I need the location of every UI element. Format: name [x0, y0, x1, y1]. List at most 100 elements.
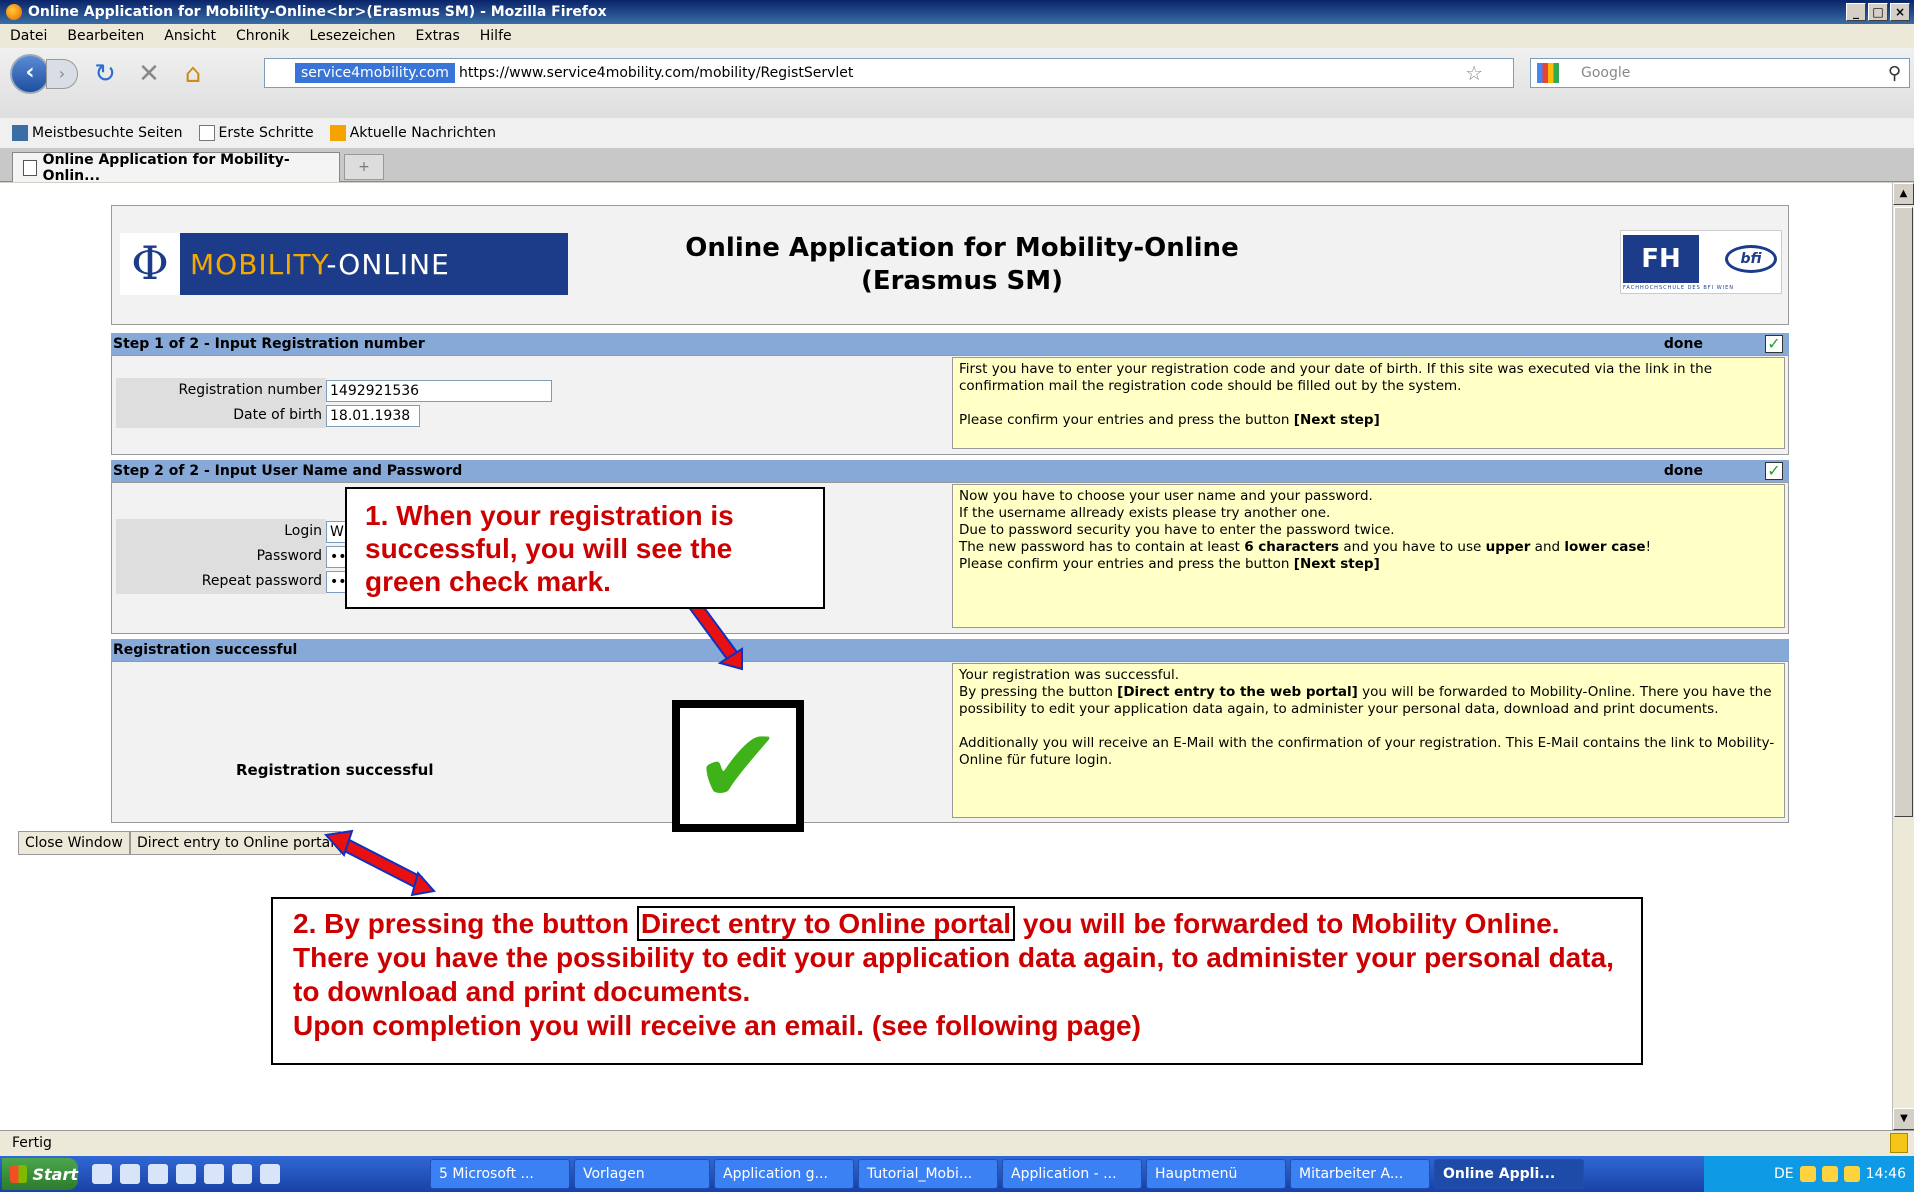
info-bold: [Direct entry to the web portal] [1117, 684, 1358, 700]
phi-icon: Φ [120, 233, 180, 295]
registration-number-input[interactable] [326, 379, 552, 402]
info-text: The new password has to contain at least [959, 539, 1245, 555]
reload-icon[interactable]: ↻ [88, 58, 122, 90]
arrow2-shaft [339, 838, 423, 888]
login-label: Login [116, 519, 326, 544]
system-tray: DE 14:46 [1704, 1156, 1914, 1192]
window-title: Online Application for Mobility-Online<b… [28, 4, 607, 20]
new-tab-button[interactable]: + [344, 154, 384, 180]
quicklaunch-icon[interactable] [148, 1164, 168, 1184]
window-titlebar: Online Application for Mobility-Online<b… [0, 0, 1914, 24]
result-label: Registration successful [236, 761, 434, 779]
step2-info-line2: If the username allready exists please t… [959, 505, 1331, 521]
tray-icon[interactable] [1799, 1166, 1816, 1182]
step2-info: Now you have to choose your user name an… [952, 484, 1785, 628]
menu-extras[interactable]: Extras [416, 28, 460, 44]
close-window-page-button[interactable]: Close Window [18, 831, 130, 855]
step2-title: Step 2 of 2 - Input User Name and Passwo… [113, 463, 463, 479]
clock: 14:46 [1865, 1166, 1906, 1182]
stop-icon[interactable]: ✕ [132, 58, 166, 90]
back-button[interactable]: ‹ [10, 54, 50, 94]
google-icon[interactable] [1537, 63, 1559, 83]
quicklaunch-icon[interactable] [204, 1164, 224, 1184]
date-of-birth-input[interactable] [326, 404, 420, 427]
info-text: By pressing the button [959, 684, 1118, 700]
scroll-thumb[interactable] [1894, 207, 1913, 817]
quicklaunch-icon[interactable] [260, 1164, 280, 1184]
quicklaunch-icon[interactable] [92, 1164, 112, 1184]
direct-entry-button[interactable]: Direct entry to Online portal [130, 831, 342, 855]
url-text: https://www.service4mobility.com/mobilit… [458, 65, 854, 81]
home-icon[interactable]: ⌂ [176, 58, 210, 90]
tray-icon[interactable] [1821, 1166, 1838, 1182]
step1-body: Registration number Date of birth First … [111, 355, 1789, 455]
forward-button[interactable]: › [46, 59, 78, 89]
bookmark-first-steps[interactable]: Erste Schritte [198, 125, 314, 141]
lock-icon[interactable] [1890, 1133, 1908, 1153]
minimize-button[interactable]: _ [1846, 3, 1866, 21]
close-window-button[interactable]: × [1890, 3, 1910, 21]
taskbar-item[interactable]: Vorlagen [574, 1159, 710, 1189]
quick-launch [92, 1164, 280, 1184]
page-icon [23, 159, 37, 176]
scroll-down-icon[interactable]: ▼ [1893, 1108, 1914, 1130]
taskbar-item[interactable]: Tutorial_Mobi... [858, 1159, 998, 1189]
taskbar-item[interactable]: 5 Microsoft ... [430, 1159, 570, 1189]
rss-icon [329, 125, 346, 141]
quicklaunch-icon[interactable] [176, 1164, 196, 1184]
start-label: Start [32, 1164, 78, 1184]
bookmark-most-visited[interactable]: Meistbesuchte Seiten [12, 125, 183, 141]
taskbar-item[interactable]: Hauptmenü [1146, 1159, 1286, 1189]
menu-hilfe[interactable]: Hilfe [480, 28, 512, 44]
callout2-text: 2. By pressing the button Direct entry t… [293, 906, 1621, 1009]
fh-logo-text: FH [1623, 235, 1699, 283]
success-check-icon: ✔ [672, 700, 804, 832]
menu-ansicht[interactable]: Ansicht [164, 28, 216, 44]
firefox-icon [6, 4, 22, 20]
page-title-line1: Online Application for Mobility-Online [685, 233, 1239, 263]
step2-check-icon: ✓ [1765, 462, 1783, 480]
result-body: Registration successful ✔ Your registrat… [111, 661, 1789, 832]
language-indicator[interactable]: DE [1774, 1166, 1794, 1182]
step1-check-icon: ✓ [1765, 335, 1783, 353]
vertical-scrollbar[interactable]: ▲ ▼ [1892, 183, 1914, 1130]
result-info-line1: Your registration was successful. [959, 667, 1180, 683]
menu-datei[interactable]: Datei [10, 28, 47, 44]
arrow2-head-bottom [410, 870, 436, 897]
start-button[interactable]: Start [2, 1158, 78, 1190]
bookmark-news[interactable]: Aktuelle Nachrichten [329, 125, 497, 141]
page-icon [198, 125, 215, 141]
maximize-button[interactable]: □ [1868, 3, 1888, 21]
step1-info-text1: First you have to enter your registratio… [959, 361, 1713, 394]
taskbar-item[interactable]: Application g... [714, 1159, 854, 1189]
menu-bearbeiten[interactable]: Bearbeiten [67, 28, 144, 44]
site-identity-badge[interactable]: service4mobility.com [295, 63, 455, 83]
bookmark-star-icon[interactable]: ☆ [1465, 61, 1483, 85]
fh-logo-sub: FACHHOCHSCHULE DES BFI WIEN [1623, 285, 1735, 291]
bookmark-label: Meistbesuchte Seiten [32, 125, 183, 141]
bookmark-label: Aktuelle Nachrichten [349, 125, 497, 141]
tray-icon[interactable] [1843, 1166, 1860, 1182]
menu-lesezeichen[interactable]: Lesezeichen [310, 28, 396, 44]
url-bar[interactable]: service4mobility.com https://www.service… [264, 58, 1514, 88]
ie-icon[interactable] [120, 1164, 140, 1184]
search-bar[interactable]: Google ⚲ [1530, 58, 1910, 88]
step2-info-line1: Now you have to choose your user name an… [959, 488, 1373, 504]
bookmarks-toolbar: Meistbesuchte Seiten Erste Schritte Aktu… [0, 118, 1914, 148]
taskbar-item[interactable]: Mitarbeiter A... [1290, 1159, 1430, 1189]
menu-bar: Datei Bearbeiten Ansicht Chronik Lesezei… [0, 24, 1914, 48]
menu-chronik[interactable]: Chronik [236, 28, 290, 44]
search-icon[interactable]: ⚲ [1888, 63, 1901, 84]
callout2-text-last: Upon completion you will receive an emai… [293, 1010, 1141, 1041]
taskbar-item-active[interactable]: Online Appli... [1434, 1159, 1584, 1189]
info-bold: [Next step] [1293, 556, 1380, 572]
result-header: Registration successful [111, 639, 1789, 661]
taskbar-item[interactable]: Application - ... [1002, 1159, 1142, 1189]
info-text: Please confirm your entries and press th… [959, 556, 1294, 572]
quicklaunch-icon[interactable] [232, 1164, 252, 1184]
info-text: and you have to use [1339, 539, 1486, 555]
scroll-up-icon[interactable]: ▲ [1893, 183, 1914, 205]
tab-online-application[interactable]: Online Application for Mobility-Onlin... [12, 152, 340, 184]
step1-info-text2: Please confirm your entries and press th… [959, 412, 1778, 429]
bookmark-folder-icon [12, 125, 28, 141]
